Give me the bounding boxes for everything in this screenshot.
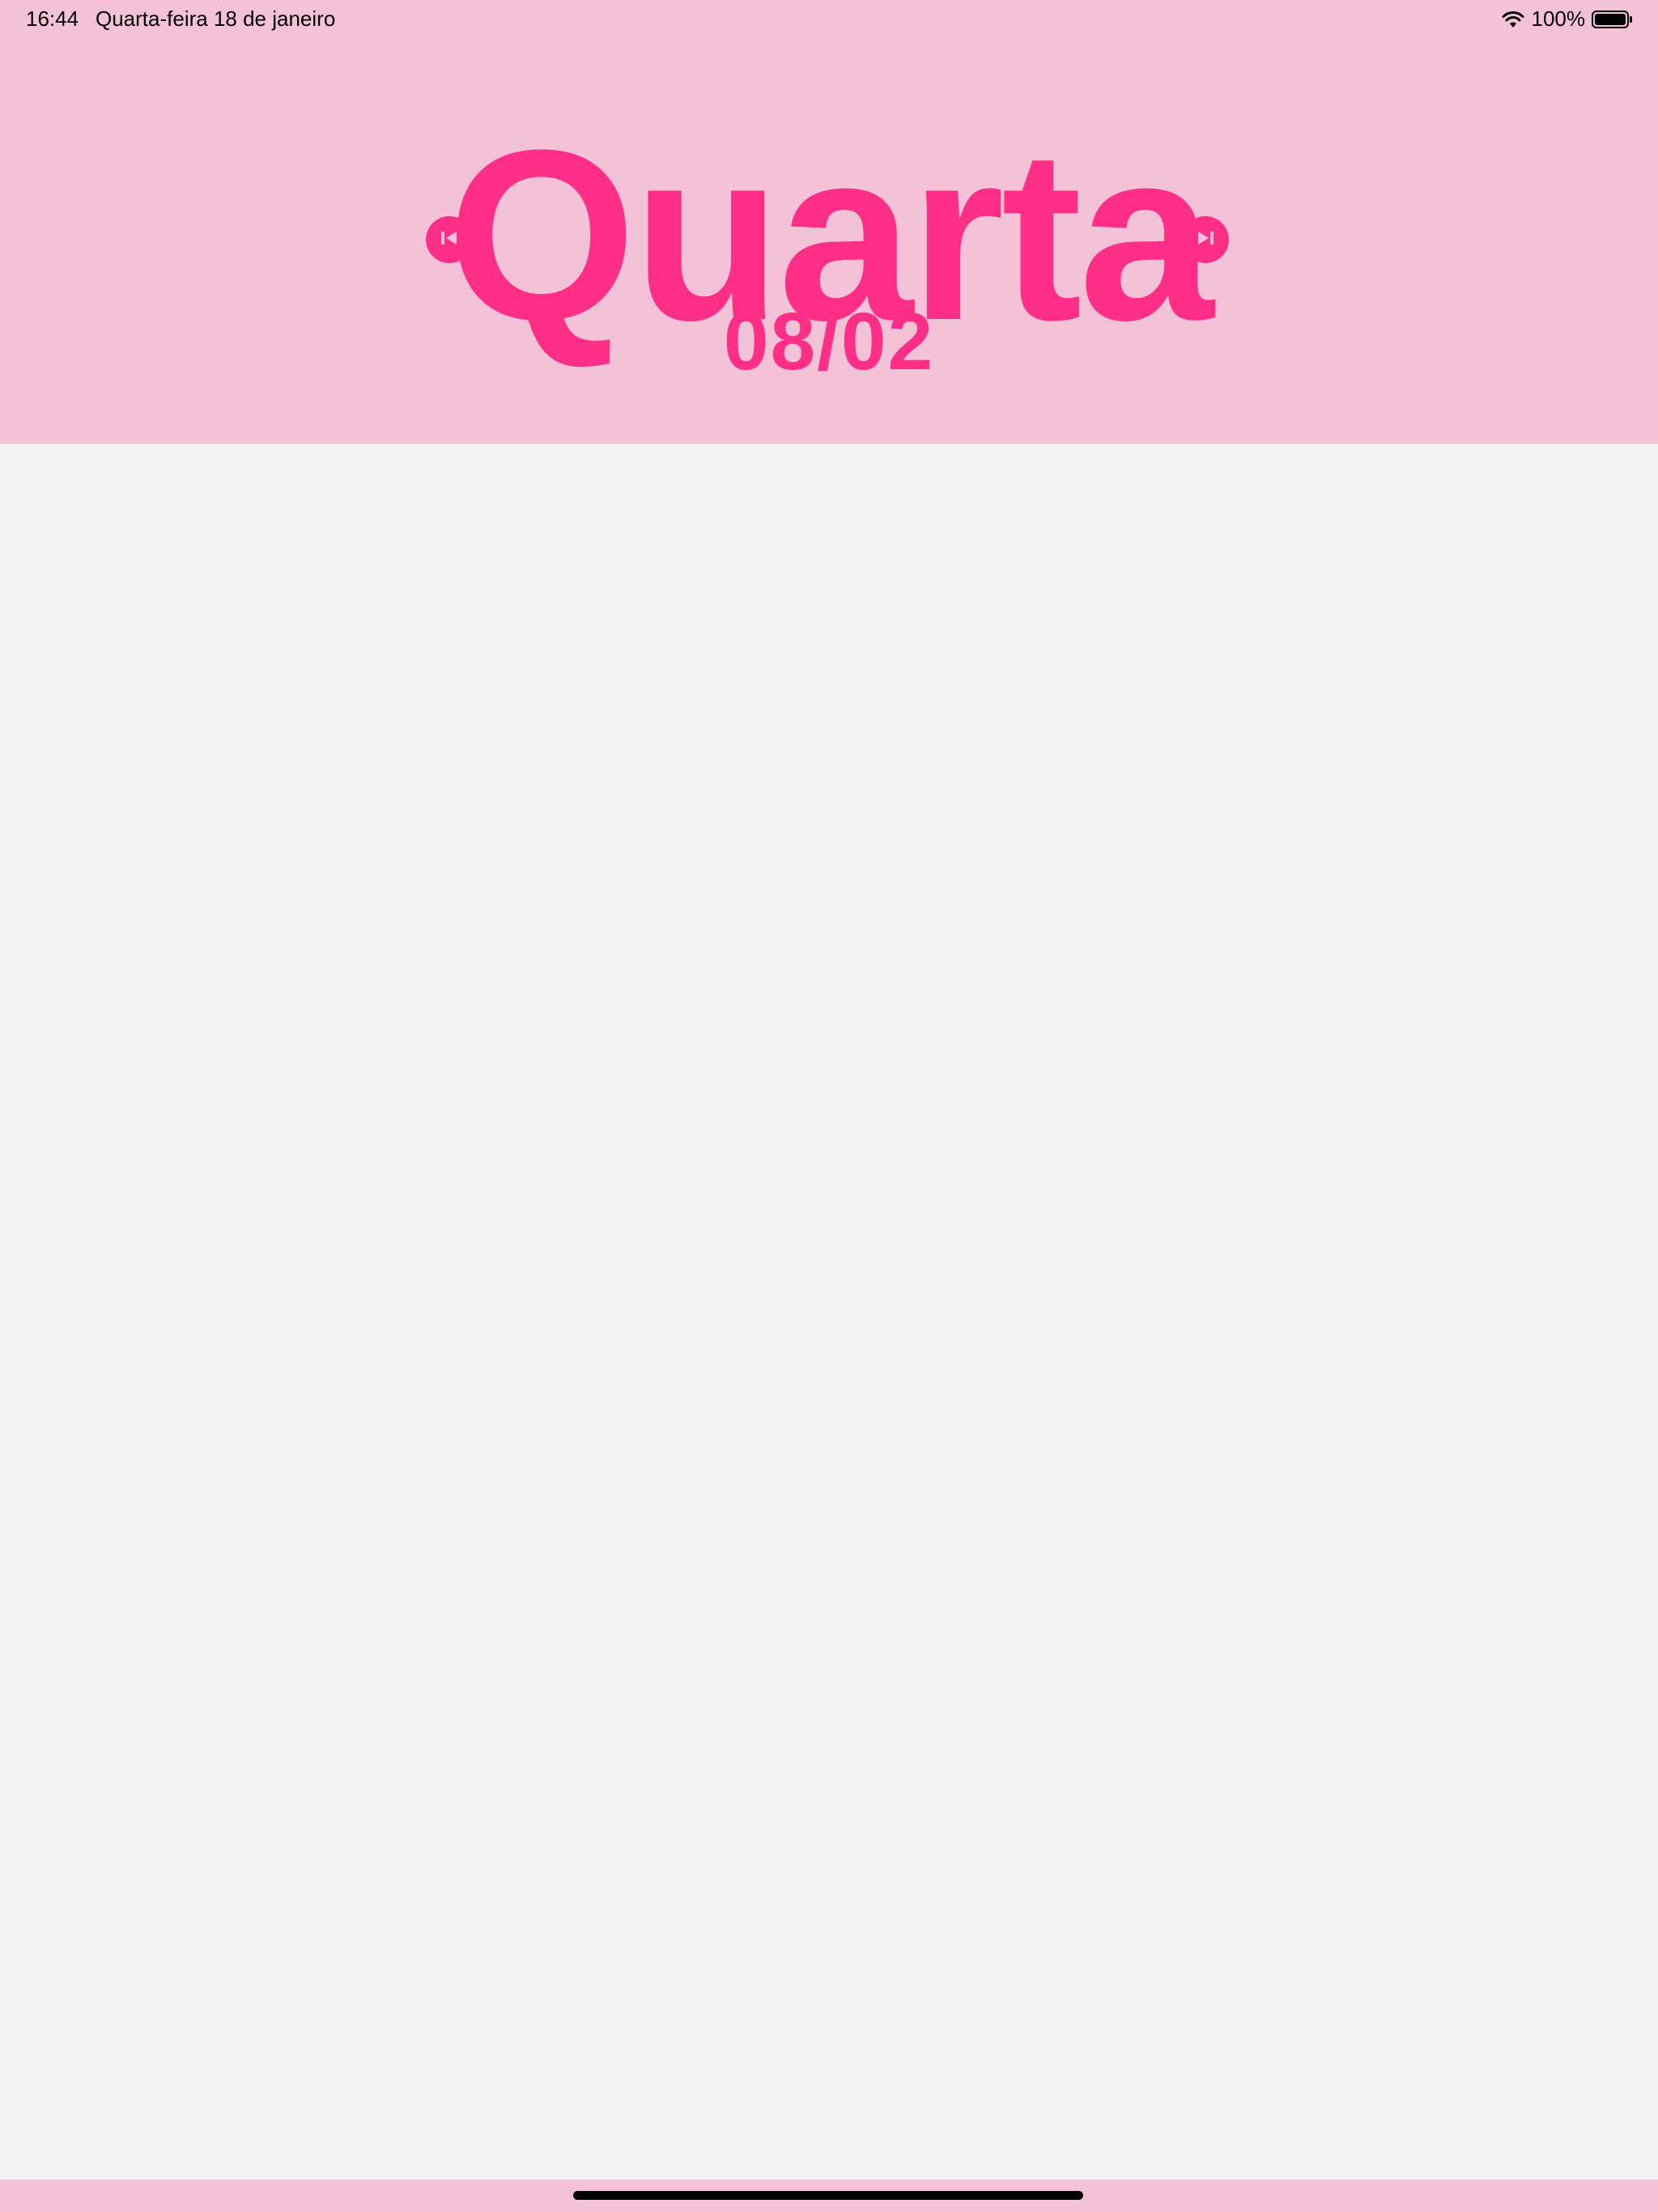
day-date: 08/02 bbox=[723, 296, 935, 387]
status-right: 100% bbox=[1501, 6, 1635, 32]
wifi-icon bbox=[1501, 10, 1525, 29]
home-indicator[interactable] bbox=[573, 2191, 1083, 2200]
battery-icon bbox=[1592, 10, 1634, 29]
status-date: Quarta-feira 18 de janeiro bbox=[96, 6, 336, 31]
header: 16:44 Quarta-feira 18 de janeiro 100% Qu… bbox=[0, 0, 1658, 444]
status-bar: 16:44 Quarta-feira 18 de janeiro 100% bbox=[0, 0, 1658, 39]
content-area bbox=[0, 444, 1658, 2180]
status-time: 16:44 bbox=[26, 6, 79, 31]
bottom-bar bbox=[0, 2180, 1658, 2212]
battery-percent: 100% bbox=[1531, 6, 1586, 31]
